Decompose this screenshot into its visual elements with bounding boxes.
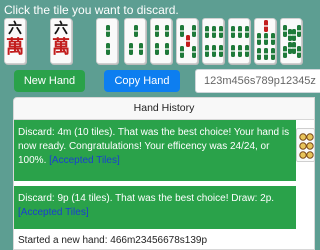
bamboo-knot: [270, 38, 275, 40]
bamboo-knot: [128, 48, 134, 50]
history-entry: Discard: 9p (14 tiles). That was the bes…: [14, 186, 296, 229]
bamboo-knot: [105, 30, 111, 32]
circle-dots-icon: [299, 133, 314, 159]
bamboo-knot: [218, 50, 223, 52]
history-entry-text: Started a new hand: 466m23456678s139p: [18, 235, 208, 246]
bamboo-knot: [185, 40, 191, 42]
bamboo-icon: [256, 20, 275, 60]
bamboo-knot: [291, 34, 297, 36]
bamboo-knot: [204, 31, 210, 33]
bamboo-knot: [263, 38, 269, 40]
bamboo-icon: [154, 25, 170, 55]
tile-rank-glyph: 六: [54, 21, 68, 37]
bamboo-knot: [179, 30, 185, 32]
bamboo-knot: [154, 48, 160, 50]
bamboo-knot: [138, 48, 144, 50]
bamboo-icon: [105, 25, 111, 55]
bamboo-knot: [191, 30, 197, 32]
bamboo-icon: [204, 26, 223, 57]
pin-tile-partial: [296, 128, 315, 162]
bamboo-knot: [211, 50, 217, 52]
bamboo-icon: [230, 26, 249, 57]
bamboo-knot: [133, 30, 139, 32]
tile-2s[interactable]: [96, 18, 118, 64]
bamboo-knot: [282, 51, 288, 53]
tile-3s[interactable]: [124, 18, 146, 64]
bamboo-knot: [256, 38, 262, 40]
history-entry-text: Discard: 9p (14 tiles). That was the bes…: [18, 193, 275, 204]
bamboo-icon: [128, 25, 144, 55]
bamboo-knot: [296, 30, 301, 32]
bamboo-knot: [154, 30, 160, 32]
bamboo-knot: [211, 31, 217, 33]
tile-4s[interactable]: [150, 18, 172, 64]
tile-suit-glyph: 萬: [52, 37, 70, 58]
bamboo-knot: [256, 53, 262, 55]
bamboo-knot: [105, 48, 111, 50]
tile-6s[interactable]: [202, 18, 224, 64]
bamboo-knot: [263, 53, 269, 55]
bamboo-knot: [230, 50, 236, 52]
bamboo-icon: [179, 25, 197, 58]
hand-tiles: 六 萬 六 萬: [4, 18, 320, 66]
hand-history-title: Hand History: [14, 98, 314, 120]
bamboo-knot: [237, 31, 243, 33]
bamboo-knot: [291, 47, 297, 49]
tile-6m[interactable]: 六 萬: [50, 18, 72, 64]
hand-history-panel: Hand History Discard: 4m (10 tiles). Tha…: [13, 97, 315, 250]
bamboo-icon: [282, 25, 301, 58]
tile-8s[interactable]: [280, 18, 302, 64]
history-entry: Started a new hand: 466m23456678s139p: [14, 230, 296, 249]
tile-7s[interactable]: [254, 18, 276, 64]
bamboo-knot: [237, 50, 243, 52]
tile-6m[interactable]: 六 萬: [4, 18, 26, 64]
tile-6s[interactable]: [228, 18, 250, 64]
bamboo-knot: [263, 25, 269, 27]
bamboo-knot: [230, 31, 236, 33]
history-entry: Discard: 4m (10 tiles). That was the bes…: [14, 120, 296, 181]
bamboo-knot: [191, 51, 197, 53]
tile-rank-glyph: 六: [8, 21, 22, 37]
bamboo-knot: [218, 31, 223, 33]
tile-5s[interactable]: [176, 18, 198, 64]
hand-input-field[interactable]: 123m456s789p12345z: [195, 69, 320, 93]
bamboo-knot: [244, 31, 249, 33]
bamboo-knot: [164, 48, 170, 50]
accepted-tiles-link[interactable]: [Accepted Tiles]: [18, 207, 89, 218]
new-hand-button[interactable]: New Hand: [14, 70, 85, 92]
tile-suit-glyph: 萬: [6, 37, 24, 58]
bamboo-knot: [164, 30, 170, 32]
instruction-text: Click the tile you want to discard.: [4, 3, 179, 17]
bamboo-knot: [244, 50, 249, 52]
copy-hand-button[interactable]: Copy Hand: [104, 70, 180, 92]
bamboo-knot: [204, 50, 210, 52]
bamboo-knot: [179, 51, 185, 53]
bamboo-knot: [270, 53, 275, 55]
accepted-tiles-link[interactable]: [Accepted Tiles]: [49, 155, 120, 166]
bamboo-knot: [282, 30, 288, 32]
bamboo-knot: [296, 51, 301, 53]
